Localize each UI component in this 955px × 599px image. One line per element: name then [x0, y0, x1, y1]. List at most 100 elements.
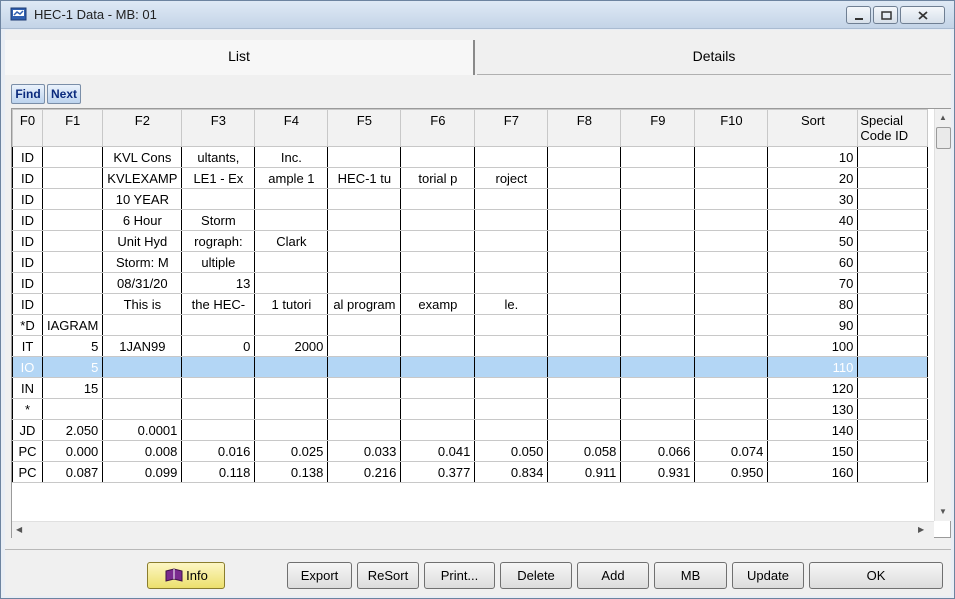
table-cell[interactable]: Storm: M: [102, 251, 183, 273]
table-cell[interactable]: [400, 230, 476, 252]
table-cell[interactable]: [857, 461, 929, 483]
table-row[interactable]: ID This is the HEC- 1 tutori al program examp…: [12, 293, 929, 315]
table-cell[interactable]: 90: [767, 314, 859, 336]
table-cell[interactable]: [547, 335, 622, 357]
table-cell[interactable]: LE1 - Ex: [181, 167, 256, 189]
table-cell[interactable]: [547, 230, 622, 252]
table-cell[interactable]: [694, 314, 769, 336]
update-button[interactable]: Update: [732, 562, 804, 589]
table-cell[interactable]: [547, 209, 622, 231]
tab-details[interactable]: Details: [477, 40, 951, 75]
table-cell[interactable]: [254, 251, 329, 273]
column-header[interactable]: F4: [254, 109, 329, 147]
column-header[interactable]: F6: [400, 109, 476, 147]
table-cell[interactable]: [547, 398, 622, 420]
table-cell[interactable]: 50: [767, 230, 859, 252]
table-cell[interactable]: 60: [767, 251, 859, 273]
table-cell[interactable]: [102, 356, 183, 378]
table-cell[interactable]: [102, 377, 183, 399]
table-cell[interactable]: [620, 314, 696, 336]
table-cell[interactable]: [327, 146, 402, 168]
table-cell[interactable]: 0.025: [254, 440, 329, 462]
table-cell[interactable]: [474, 251, 549, 273]
table-cell[interactable]: 0.0001: [102, 419, 183, 441]
table-cell[interactable]: ID: [12, 293, 43, 315]
table-row[interactable]: ID 6 Hour Storm 40: [12, 209, 929, 231]
table-cell[interactable]: 80: [767, 293, 859, 315]
table-cell[interactable]: le.: [474, 293, 549, 315]
table-cell[interactable]: 0.911: [547, 461, 622, 483]
table-cell[interactable]: [102, 398, 183, 420]
table-cell[interactable]: 0.050: [474, 440, 549, 462]
table-cell[interactable]: Inc.: [254, 146, 329, 168]
scroll-down-icon[interactable]: ▼: [939, 507, 947, 516]
table-cell[interactable]: 0.016: [181, 440, 256, 462]
table-cell[interactable]: 6 Hour: [102, 209, 183, 231]
table-cell[interactable]: ID: [12, 230, 43, 252]
table-cell[interactable]: [857, 230, 929, 252]
table-cell[interactable]: 15: [42, 377, 104, 399]
column-header[interactable]: F7: [474, 109, 549, 147]
find-button[interactable]: Find: [11, 84, 45, 104]
table-row[interactable]: IT 5 1JAN99 0 2000 100: [12, 335, 929, 357]
table-cell[interactable]: [620, 272, 696, 294]
table-row[interactable]: ID Unit Hyd rograph: Clark 50: [12, 230, 929, 252]
add-button[interactable]: Add: [577, 562, 649, 589]
column-header[interactable]: F5: [327, 109, 402, 147]
table-cell[interactable]: 30: [767, 188, 859, 210]
table-cell[interactable]: [620, 293, 696, 315]
column-header[interactable]: F2: [102, 109, 183, 147]
table-cell[interactable]: [42, 167, 104, 189]
table-cell[interactable]: [694, 293, 769, 315]
table-cell[interactable]: [694, 377, 769, 399]
table-cell[interactable]: [400, 146, 476, 168]
table-cell[interactable]: [474, 272, 549, 294]
table-row[interactable]: ID Storm: Multiple 60: [12, 251, 929, 273]
table-cell[interactable]: 0.041: [400, 440, 476, 462]
table-cell[interactable]: 150: [767, 440, 859, 462]
table-cell[interactable]: [694, 230, 769, 252]
table-cell[interactable]: 0.058: [547, 440, 622, 462]
table-cell[interactable]: [474, 314, 549, 336]
table-cell[interactable]: [620, 167, 696, 189]
table-cell[interactable]: ID: [12, 188, 43, 210]
table-cell[interactable]: [254, 377, 329, 399]
table-cell[interactable]: [42, 230, 104, 252]
table-cell[interactable]: Unit Hyd: [102, 230, 183, 252]
table-cell[interactable]: [857, 440, 929, 462]
table-cell[interactable]: [42, 146, 104, 168]
table-cell[interactable]: [547, 167, 622, 189]
table-cell[interactable]: [857, 419, 929, 441]
scrollbar-thumb[interactable]: [936, 127, 951, 149]
mb-button[interactable]: MB: [654, 562, 727, 589]
table-row[interactable]: ID 10 YEAR 30: [12, 188, 929, 210]
table-cell[interactable]: JD: [12, 419, 43, 441]
table-row[interactable]: ID KVL Cons ultants, Inc. 10: [12, 146, 929, 168]
table-cell[interactable]: [620, 188, 696, 210]
table-cell[interactable]: HEC-1 tu: [327, 167, 402, 189]
table-cell[interactable]: 2000: [254, 335, 329, 357]
table-cell[interactable]: ultants,: [181, 146, 256, 168]
table-cell[interactable]: al program: [327, 293, 402, 315]
table-cell[interactable]: [327, 251, 402, 273]
table-cell[interactable]: 130: [767, 398, 859, 420]
table-cell[interactable]: [474, 146, 549, 168]
table-cell[interactable]: IT: [12, 335, 43, 357]
table-cell[interactable]: [857, 335, 929, 357]
table-cell[interactable]: ample 1: [254, 167, 329, 189]
table-cell[interactable]: [547, 293, 622, 315]
table-cell[interactable]: [694, 335, 769, 357]
table-cell[interactable]: [857, 188, 929, 210]
table-cell[interactable]: [694, 251, 769, 273]
table-cell[interactable]: [254, 419, 329, 441]
table-cell[interactable]: [694, 146, 769, 168]
table-cell[interactable]: 140: [767, 419, 859, 441]
table-cell[interactable]: 70: [767, 272, 859, 294]
close-button[interactable]: [900, 6, 945, 24]
table-cell[interactable]: 0.931: [620, 461, 696, 483]
table-cell[interactable]: [400, 419, 476, 441]
table-cell[interactable]: [547, 188, 622, 210]
table-cell[interactable]: [181, 419, 256, 441]
table-cell[interactable]: torial p: [400, 167, 476, 189]
table-cell[interactable]: [42, 188, 104, 210]
